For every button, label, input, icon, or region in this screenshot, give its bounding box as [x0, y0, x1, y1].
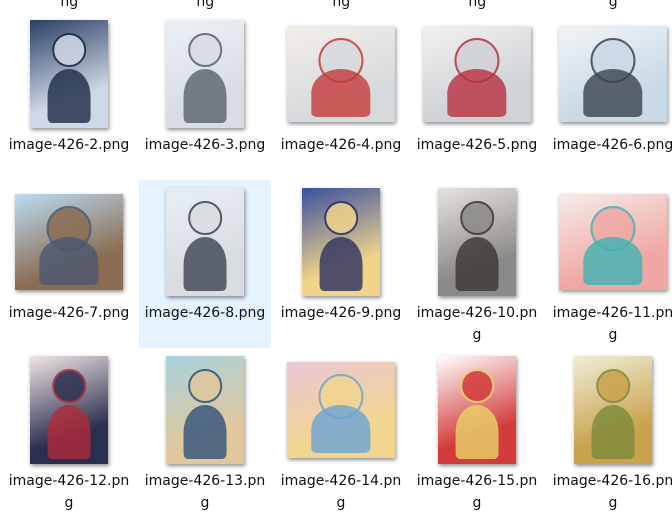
file-item[interactable]: image-426-11.png: [547, 180, 672, 348]
thumbnail-frame: [3, 14, 135, 134]
figure-body: [455, 236, 499, 291]
file-item[interactable]: image-426-16.png: [547, 348, 672, 516]
file-grid: ng ng ng ng g image-426-2.png image-426-3.png i…: [0, 0, 672, 512]
image-thumbnail: [166, 188, 244, 296]
figure-body: [455, 404, 499, 459]
file-name-label: image-426-11.png: [552, 305, 672, 343]
file-name-label: image-426-4.png: [280, 137, 402, 153]
image-thumbnail: [559, 26, 667, 122]
file-label-fragment: ng: [196, 0, 215, 10]
figure-head: [52, 368, 86, 403]
thumbnail-frame: [411, 350, 543, 470]
figure-head: [460, 368, 494, 403]
thumbnail-frame: [547, 182, 672, 302]
file-label-fragment: ng: [468, 0, 487, 10]
thumbnail-frame: [3, 350, 135, 470]
file-name-label: image-426-15.png: [416, 473, 538, 511]
file-name-label: image-426-14.png: [280, 473, 402, 511]
figure-body: [39, 237, 99, 286]
figure-head: [188, 368, 222, 403]
image-thumbnail: [559, 194, 667, 290]
thumbnail-frame: [3, 182, 135, 302]
figure-body: [319, 236, 363, 291]
thumbnail-frame: [411, 14, 543, 134]
figure-head: [324, 200, 358, 235]
file-name-label: image-426-16.png: [552, 473, 672, 511]
file-item[interactable]: image-426-12.png: [3, 348, 135, 516]
figure-body: [447, 69, 507, 118]
image-thumbnail: [438, 356, 516, 464]
image-thumbnail: [574, 356, 652, 464]
file-name-label: image-426-8.png: [144, 305, 266, 321]
file-name-label: image-426-12.png: [8, 473, 130, 511]
file-label-fragment: ng: [332, 0, 351, 10]
thumbnail-frame: [411, 182, 543, 302]
file-item[interactable]: image-426-10.png: [411, 180, 543, 348]
thumbnail-frame: [275, 350, 407, 470]
figure-body: [311, 69, 371, 118]
figure-body: [47, 68, 91, 123]
thumbnail-frame: [275, 182, 407, 302]
file-name-label: image-426-3.png: [144, 137, 266, 153]
file-item[interactable]: image-426-14.png: [275, 348, 407, 516]
thumbnail-frame: [275, 14, 407, 134]
image-thumbnail: [302, 188, 380, 296]
figure-head: [188, 200, 222, 235]
file-item[interactable]: image-426-4.png: [275, 12, 407, 180]
image-thumbnail: [423, 26, 531, 122]
figure-body: [583, 237, 643, 286]
file-item[interactable]: image-426-5.png: [411, 12, 543, 180]
file-item[interactable]: image-426-9.png: [275, 180, 407, 348]
file-item[interactable]: image-426-15.png: [411, 348, 543, 516]
figure-body: [583, 69, 643, 118]
image-thumbnail: [287, 26, 395, 122]
image-thumbnail: [30, 20, 108, 128]
thumbnail-frame: [547, 350, 672, 470]
file-item[interactable]: image-426-13.png: [139, 348, 271, 516]
file-item[interactable]: image-426-2.png: [3, 12, 135, 180]
file-name-label: image-426-5.png: [416, 137, 538, 153]
figure-body: [47, 404, 91, 459]
figure-body: [591, 404, 635, 459]
figure-body: [183, 236, 227, 291]
file-name-label: image-426-10.png: [416, 305, 538, 343]
file-name-label: image-426-7.png: [8, 305, 130, 321]
image-thumbnail: [438, 188, 516, 296]
file-name-label: image-426-2.png: [8, 137, 130, 153]
figure-head: [460, 200, 494, 235]
figure-body: [183, 68, 227, 123]
figure-head: [52, 32, 86, 67]
figure-head: [188, 32, 222, 67]
thumbnail-frame: [139, 182, 271, 302]
file-label-fragment: ng: [60, 0, 79, 10]
file-name-label: image-426-13.png: [144, 473, 266, 511]
figure-head: [596, 368, 630, 403]
file-item[interactable]: image-426-7.png: [3, 180, 135, 348]
file-item[interactable]: image-426-3.png: [139, 12, 271, 180]
thumbnail-frame: [139, 14, 271, 134]
image-thumbnail: [30, 356, 108, 464]
image-thumbnail: [166, 356, 244, 464]
file-label-fragment: g: [608, 0, 618, 10]
image-thumbnail: [166, 20, 244, 128]
figure-body: [311, 405, 371, 454]
image-thumbnail: [15, 194, 123, 290]
thumbnail-frame: [547, 14, 672, 134]
file-name-label: image-426-6.png: [552, 137, 672, 153]
figure-body: [183, 404, 227, 459]
file-item[interactable]: image-426-6.png: [547, 12, 672, 180]
image-thumbnail: [287, 362, 395, 458]
file-item[interactable]: image-426-8.png: [139, 180, 271, 348]
file-name-label: image-426-9.png: [280, 305, 402, 321]
thumbnail-frame: [139, 350, 271, 470]
